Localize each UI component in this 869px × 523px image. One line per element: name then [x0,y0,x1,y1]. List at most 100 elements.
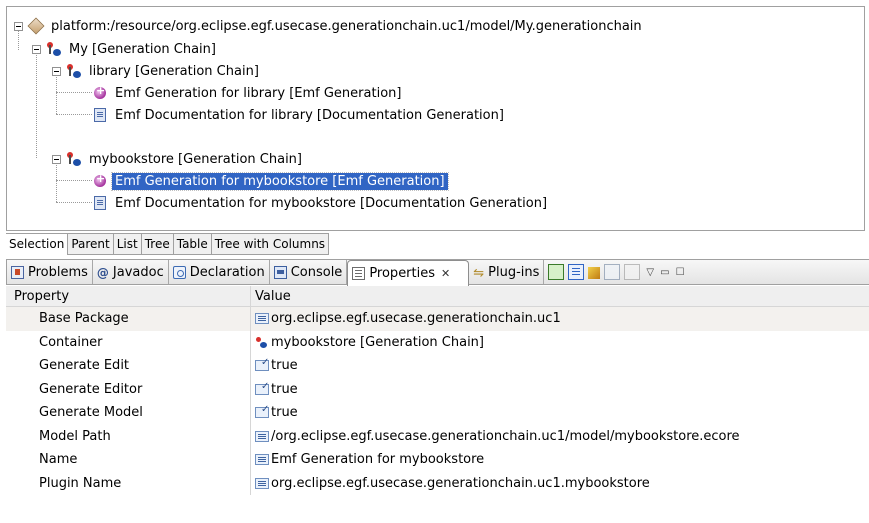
property-value[interactable]: true [271,405,298,420]
property-value[interactable]: true [271,358,298,373]
property-name: Plugin Name [6,471,251,495]
minimize-icon[interactable]: ▭ [660,267,669,278]
property-name: Generate Edit [6,354,251,378]
table-header: Property Value [6,286,869,307]
boolean-value-icon [255,357,269,372]
console-icon [273,265,287,279]
tree-node-mybookstore-emf[interactable]: Emf Generation for mybookstore [Emf Gene… [92,170,449,192]
documentation-generation-icon [94,196,106,210]
show-advanced-icon[interactable] [604,264,621,280]
tab-plugins[interactable]: ⇋ Plug-ins [469,260,545,284]
property-name: Base Package [6,307,251,331]
tree-node-root[interactable]: platform:/resource/org.eclipse.egf.useca… [14,15,645,37]
tree-node-label: Emf Documentation for mybookstore [Docum… [115,195,548,211]
tab-tree-with-columns[interactable]: Tree with Columns [211,234,330,255]
tab-properties[interactable]: Properties ✕ [347,259,470,286]
table-row[interactable]: Model Path /org.eclipse.egf.usecase.gene… [6,424,869,448]
tree-node-label: platform:/resource/org.eclipse.egf.useca… [51,18,642,34]
tree-connector [36,52,37,158]
boolean-value-icon [255,404,269,419]
table-row[interactable]: Generate Model true [6,401,869,425]
pin-icon[interactable] [548,264,565,280]
view-tab-bar: Problems @ Javadoc Declaration Console P… [6,259,869,286]
text-value-icon [255,477,269,489]
tab-console[interactable]: Console [270,260,348,284]
tree-connector [56,202,92,203]
maximize-icon[interactable]: ☐ [676,267,685,278]
show-categories-icon[interactable] [568,264,585,280]
editor-page-tabs: Selection Parent List Tree Table Tree wi… [6,233,330,256]
tab-declaration[interactable]: Declaration [169,260,270,284]
text-value-icon [255,313,269,325]
generation-chain-icon [66,63,82,79]
column-header-property[interactable]: Property [6,286,251,306]
tree-node-mybookstore-doc[interactable]: Emf Documentation for mybookstore [Docum… [92,192,550,214]
tree-node-mybookstore[interactable]: mybookstore [Generation Chain] [52,148,305,170]
view-menu-icon[interactable]: ▽ [646,267,654,278]
tab-selection[interactable]: Selection [6,234,69,255]
restore-default-icon[interactable] [624,264,641,280]
tree-node-label: library [Generation Chain] [89,63,259,79]
generation-chain-tree[interactable]: platform:/resource/org.eclipse.egf.useca… [6,6,865,231]
collapse-toggle-icon[interactable] [52,66,61,76]
property-value[interactable]: mybookstore [Generation Chain] [271,335,484,350]
tree-node-label: Emf Generation for library [Emf Generati… [115,85,402,101]
tab-parent[interactable]: Parent [68,234,114,255]
filter-icon[interactable] [588,266,601,279]
resource-icon [27,17,45,35]
generation-chain-icon [66,151,82,167]
tree-node-library[interactable]: library [Generation Chain] [52,60,262,82]
property-name: Container [6,330,251,354]
table-row[interactable]: Container mybookstore [Generation Chain] [6,330,869,354]
tab-table[interactable]: Table [173,234,212,255]
table-row[interactable]: Generate Edit true [6,354,869,378]
text-value-icon [255,430,269,442]
text-value-icon [255,454,269,466]
generation-chain-icon [255,336,269,348]
tab-label: Plug-ins [488,264,540,280]
javadoc-icon: @ [96,265,109,280]
column-header-value[interactable]: Value [251,286,291,306]
tab-list[interactable]: List [113,234,142,255]
table-row[interactable]: Base Package org.eclipse.egf.usecase.gen… [6,307,869,331]
tree-node-label: Emf Documentation for library [Documenta… [115,107,504,123]
tree-node-label: mybookstore [Generation Chain] [89,151,302,167]
collapse-toggle-icon[interactable] [32,44,41,54]
tree-node-library-doc[interactable]: Emf Documentation for library [Documenta… [92,104,507,126]
plugins-icon: ⇋ [473,265,485,281]
property-name: Model Path [6,424,251,448]
tree-node-my[interactable]: My [Generation Chain] [32,38,219,60]
property-value[interactable]: org.eclipse.egf.usecase.generationchain.… [271,311,561,326]
property-name: Generate Model [6,401,251,425]
table-row[interactable]: Generate Editor true [6,377,869,401]
table-row[interactable]: Name Emf Generation for mybookstore [6,448,869,472]
tab-label: Javadoc [112,264,164,280]
tree-connector [56,92,92,93]
tab-label: Properties [369,265,436,281]
declaration-icon [172,265,186,279]
tree-node-library-emf[interactable]: Emf Generation for library [Emf Generati… [92,82,404,104]
boolean-value-icon [255,381,269,395]
tree-connector [56,114,92,115]
table-row[interactable]: Plugin Name org.eclipse.egf.usecase.gene… [6,471,869,495]
tree-node-label: My [Generation Chain] [69,41,216,57]
generation-chain-icon [46,41,62,57]
property-value[interactable]: /org.eclipse.egf.usecase.generationchain… [271,429,740,444]
property-name: Name [6,448,251,472]
tab-tree[interactable]: Tree [141,234,174,255]
collapse-toggle-icon[interactable] [14,21,23,31]
properties-table: Property Value Base Package org.eclipse.… [6,286,869,523]
tab-javadoc[interactable]: @ Javadoc [93,260,169,284]
tab-label: Declaration [189,264,265,280]
properties-icon [352,266,366,280]
close-icon[interactable]: ✕ [441,267,450,280]
tree-connector [56,180,92,181]
documentation-generation-icon [94,108,106,122]
collapse-toggle-icon[interactable] [52,154,61,164]
property-value[interactable]: Emf Generation for mybookstore [271,452,484,467]
property-value[interactable]: org.eclipse.egf.usecase.generationchain.… [271,476,650,491]
property-value[interactable]: true [271,382,298,397]
tree-node-label-selected: Emf Generation for mybookstore [Emf Gene… [111,171,449,191]
tab-label: Console [290,264,343,280]
tab-problems[interactable]: Problems [7,260,93,284]
